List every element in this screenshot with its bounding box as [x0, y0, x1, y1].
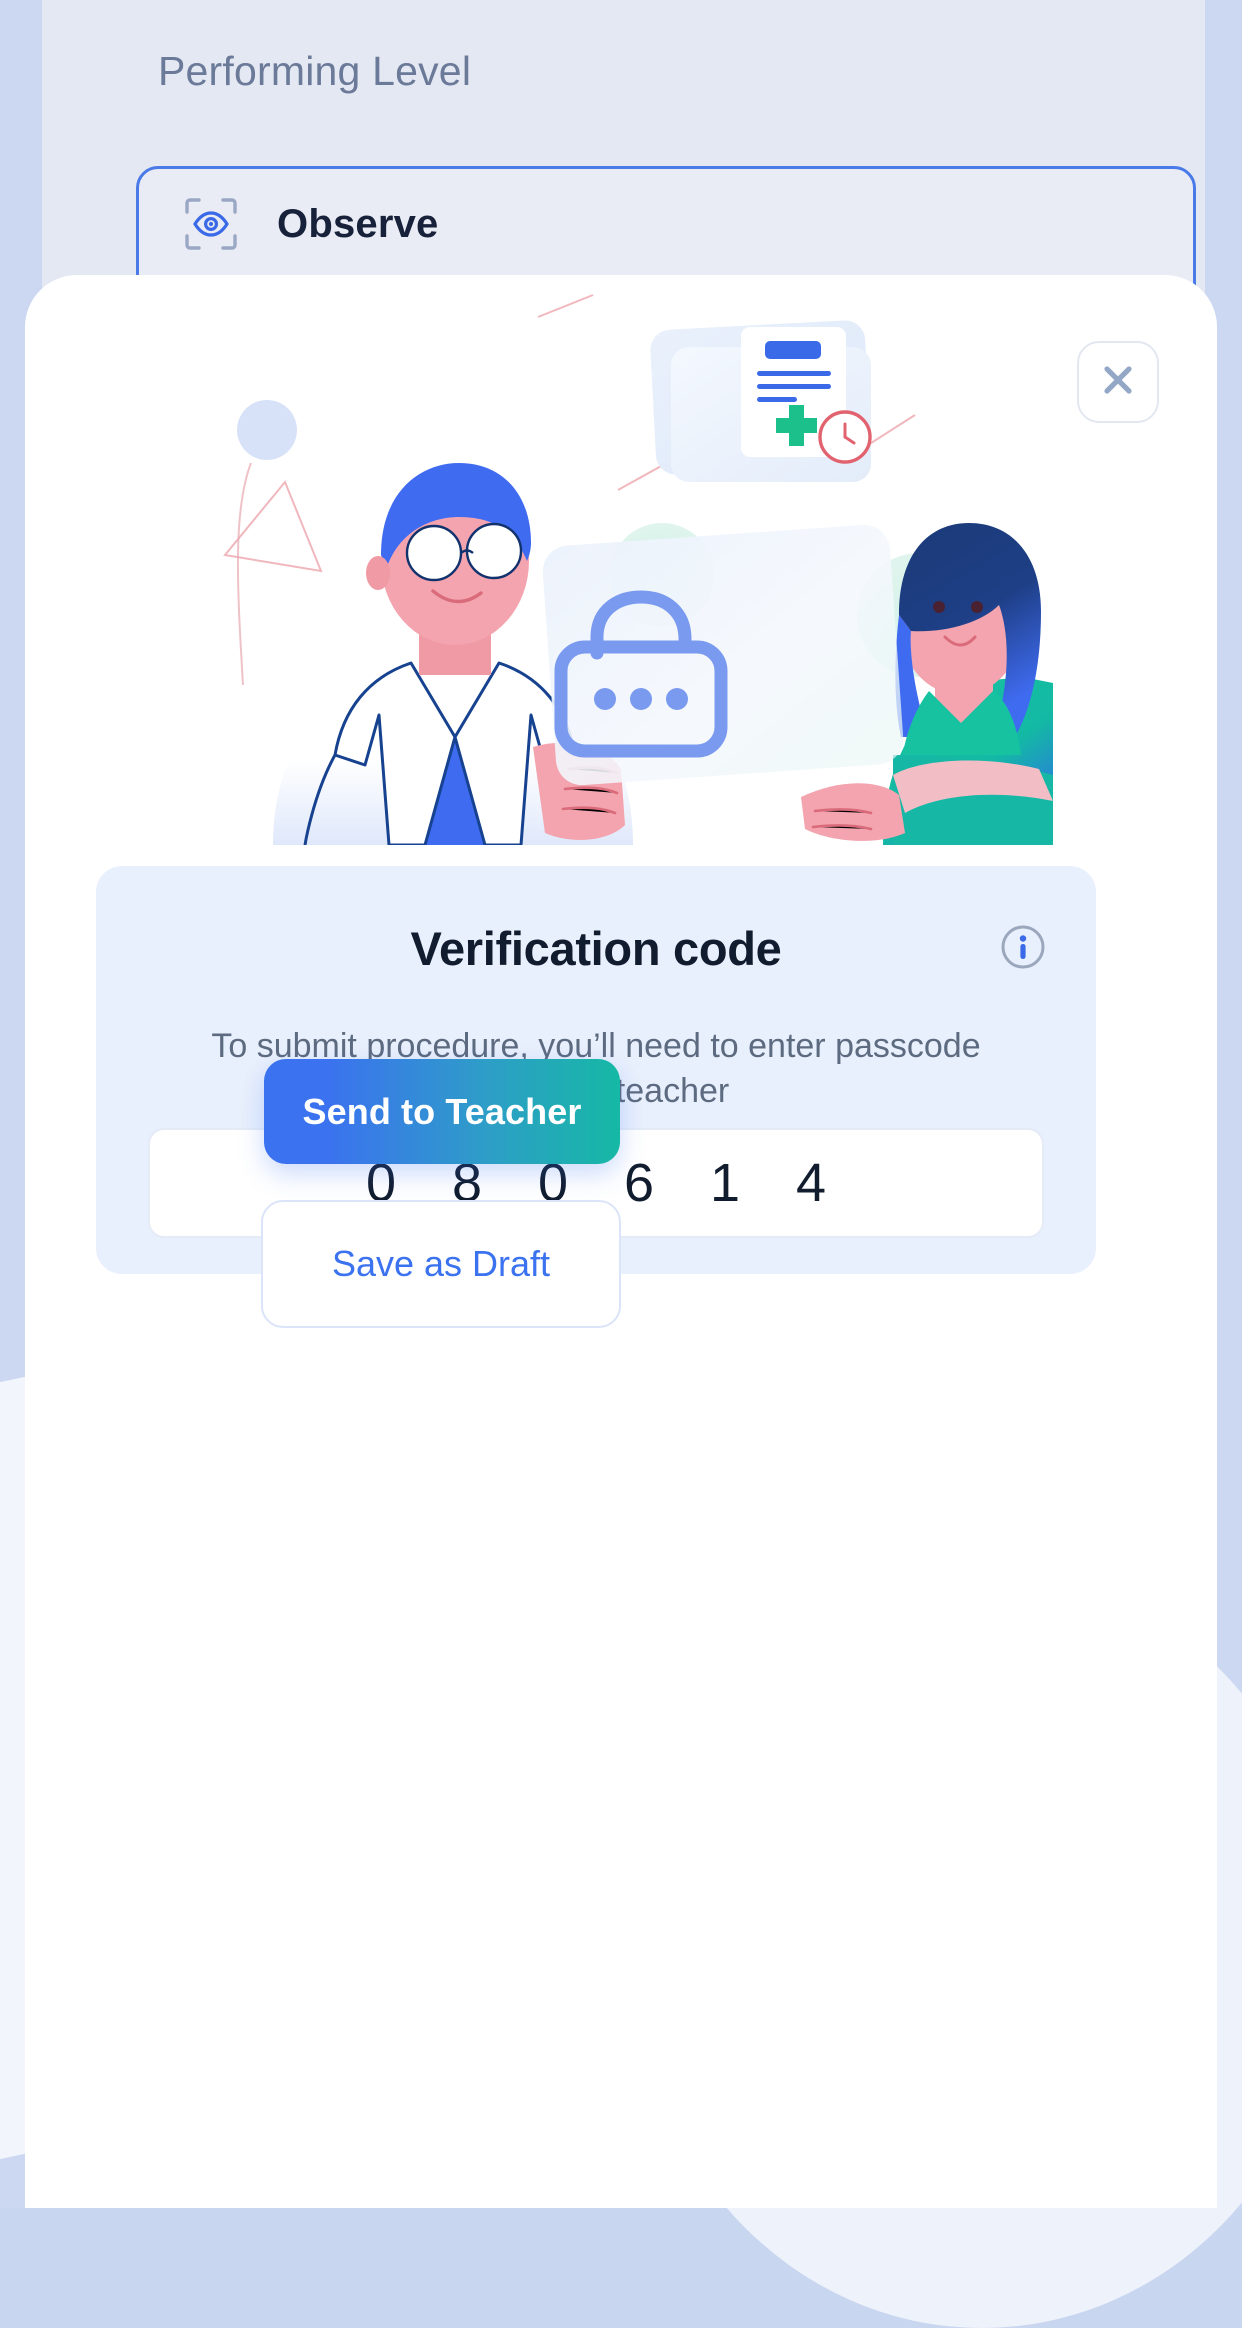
page-title: Performing Level — [158, 48, 472, 94]
send-to-teacher-button[interactable]: Send to Teacher — [264, 1059, 620, 1164]
level-option-observe[interactable]: Observe — [139, 169, 439, 279]
doctor-nurse-passcode-illustration — [193, 285, 1053, 847]
level-option-label: Observe — [277, 201, 439, 246]
scan-eye-icon — [183, 196, 239, 252]
save-as-draft-button[interactable]: Save as Draft — [261, 1200, 621, 1328]
close-icon — [1096, 358, 1140, 407]
info-circle-icon[interactable] — [998, 922, 1048, 972]
code-digit-6[interactable]: 4 — [768, 1152, 854, 1214]
panel-title-row: Verification code — [96, 921, 1096, 976]
close-button[interactable] — [1077, 341, 1159, 423]
code-digit-5[interactable]: 1 — [682, 1152, 768, 1214]
panel-title: Verification code — [410, 922, 782, 975]
verification-modal-sheet: Verification code To submit procedure, y… — [25, 275, 1217, 2208]
